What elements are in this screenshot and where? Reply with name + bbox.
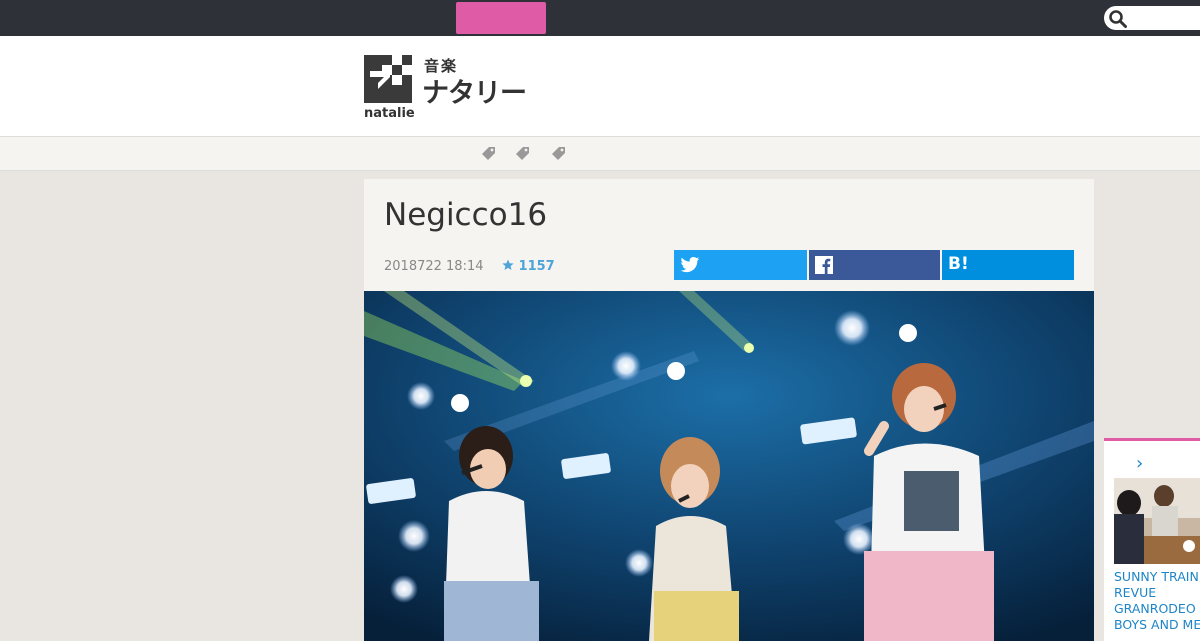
article-card: Negicco16 2018722 18:14 1157 B! [364,179,1094,641]
search-icon [1109,10,1127,28]
star-count-value: 1157 [518,259,555,274]
sidebar-thumbnail-image [1114,478,1200,564]
article-date: 2018722 18:14 [384,259,484,274]
concert-photo-image [364,291,1094,641]
search-input[interactable] [1104,6,1200,30]
hatena-label: B! [948,254,969,274]
site-header [0,36,1200,136]
sidebar-line: SUNNY TRAIN [1114,569,1199,584]
sidebar-line: GRANRODEO [1114,601,1196,616]
sidebar-line: REVUE [1114,585,1157,600]
logo-name-text: ナタリー [422,78,527,109]
article-title: Negicco16 [384,197,548,233]
facebook-icon [815,256,833,274]
article-photo[interactable] [364,291,1094,641]
chevron-right-icon[interactable]: › [1136,453,1143,474]
logo-wordmark: natalie [364,106,415,121]
hatena-bookmark-button[interactable]: B! [942,250,1074,280]
sidebar-thumbnail[interactable] [1114,478,1200,564]
sidebar-line: BOYS AND ME [1114,617,1200,632]
featured-tab-button[interactable] [456,2,546,34]
sidebar-link-text[interactable]: SUNNY TRAIN REVUE GRANRODEO BOYS AND ME [1114,569,1200,633]
tag-icon[interactable] [516,146,530,160]
natalie-logo-mark [364,55,412,103]
twitter-icon [680,257,700,273]
top-navigation-bar [0,0,1200,36]
star-count[interactable]: 1157 [502,259,555,274]
tag-icon[interactable] [552,146,566,160]
star-icon [502,259,514,270]
facebook-share-button[interactable] [809,250,940,280]
twitter-share-button[interactable] [674,250,807,280]
sidebar-ranking-card: › SUNNY TRAIN REVUE GRANRODEO BOYS AND M… [1104,438,1200,641]
tag-bar [0,136,1200,171]
tag-icon[interactable] [482,146,496,160]
